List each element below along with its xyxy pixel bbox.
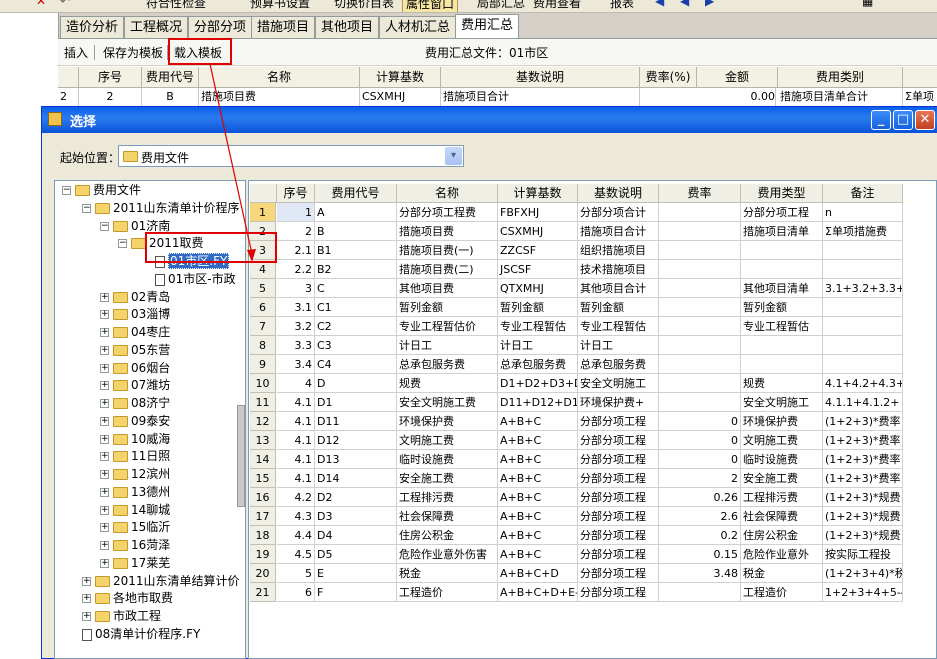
arrowhead-icon [247,249,256,262]
annotation-arrow [209,63,256,262]
arrow-line [209,63,253,255]
